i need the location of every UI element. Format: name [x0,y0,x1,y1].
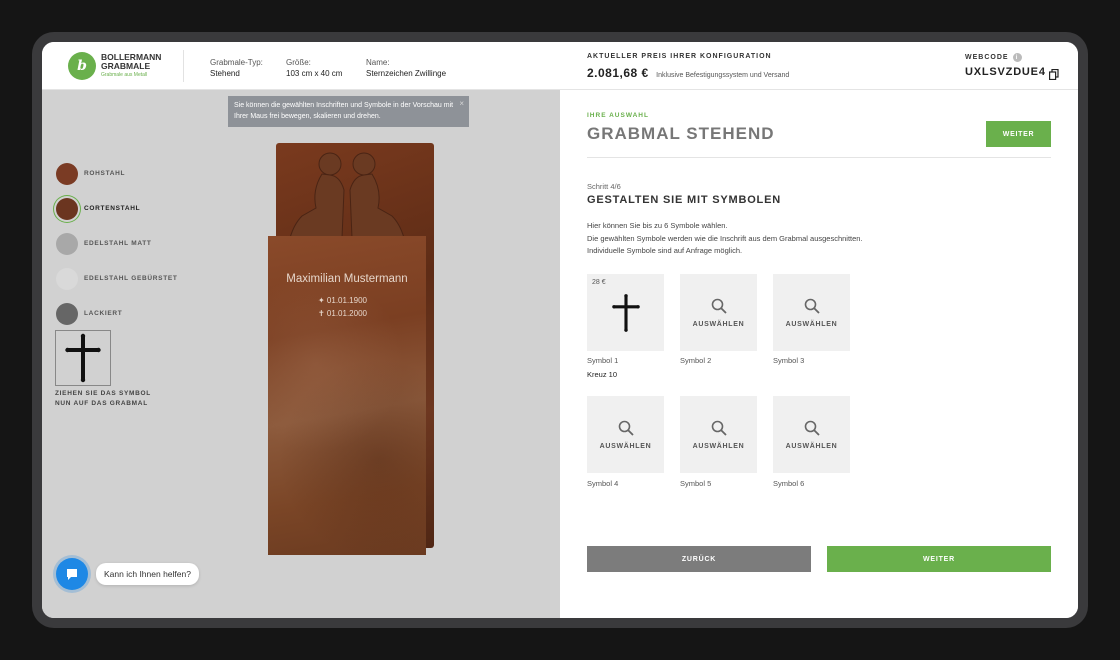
size-value: 103 cm x 40 cm [286,69,343,78]
symbol-slot-4[interactable]: AUSWÄHLEN [587,396,664,473]
material-label: EDELSTAHL MATT [84,240,152,247]
slot-caption: Symbol 5 [680,479,712,488]
search-icon [711,298,727,314]
back-button[interactable]: ZURÜCK [587,546,811,572]
slot-selected-name: Kreuz 10 [587,370,618,379]
material-swatch[interactable] [56,232,78,255]
symbol-slot-2[interactable]: AUSWÄHLEN [680,274,757,351]
desc-line: Hier können Sie bis zu 6 Symbole wählen. [587,221,728,230]
app-screen: b BOLLERMANN GRABMALE Grabmale aus Metal… [42,42,1078,618]
search-icon [711,420,727,436]
tooltip-text: Sie können die gewählten Inschriften und… [234,102,454,120]
header-divider [183,50,184,82]
material-list: ROHSTAHL CORTENSTAHL EDELSTAHL MATT EDEL… [56,156,178,331]
page-title: GRABMAL STEHEND [587,124,775,143]
material-label: EDELSTAHL GEBÜRSTET [84,275,178,282]
twins-figure-icon [289,152,405,239]
tooltip-close-button[interactable]: × [459,98,464,109]
drag-hint: ZIEHEN SIE DAS SYMBOL NUN AUF DAS GRABMA… [55,390,151,407]
symbol-slot-5[interactable]: AUSWÄHLEN [680,396,757,473]
material-label: ROHSTAHL [84,170,126,177]
webcode-label: WEBCODE [965,54,1009,61]
symbol-slot-1[interactable]: 28 € [587,274,664,351]
symbol-slot-6[interactable]: AUSWÄHLEN [773,396,850,473]
eyebrow: IHRE AUSWAHL [587,112,649,119]
divider [587,157,1051,158]
cross-icon [611,293,640,332]
next-button[interactable]: WEITER [827,546,1051,572]
type-info: Grabmale-Typ: Stehend [210,57,263,79]
name-label: Name: [366,58,390,67]
header: b BOLLERMANN GRABMALE Grabmale aus Metal… [42,42,1078,90]
search-icon [618,420,634,436]
cross-icon [65,333,101,383]
brand-line2: GRABMALE [101,60,151,71]
webcode-block: WEBCODE i UXLSVZDUE4 [965,53,1059,80]
name-info: Name: Sternzeichen Zwillinge [366,57,446,79]
engraving-death[interactable]: ✝ 01.01.2000 [318,309,367,318]
slot-caption: Symbol 2 [680,356,712,365]
price-block: AKTUELLER PREIS IHRER KONFIGURATION 2.08… [587,53,789,82]
logo-mark: b [68,52,96,80]
chat-icon [67,569,77,580]
info-icon[interactable]: i [1012,53,1022,62]
select-label: AUSWÄHLEN [785,320,838,328]
search-icon [804,420,820,436]
type-value: Stehend [210,69,240,78]
preview-tooltip: Sie können die gewählten Inschriften und… [228,96,469,127]
price-label: AKTUELLER PREIS IHRER KONFIGURATION [587,53,772,60]
copy-icon[interactable] [1048,67,1059,80]
chat-bubble[interactable]: Kann ich Ihnen helfen? [96,563,199,585]
next-button-top[interactable]: WEITER [986,121,1051,147]
material-option[interactable]: ROHSTAHL [56,156,178,191]
desc-line: Die gewählten Symbole werden wie die Ins… [587,233,863,243]
symbol-slot-3[interactable]: AUSWÄHLEN [773,274,850,351]
slot-caption: Symbol 6 [773,479,805,488]
material-label: LACKIERT [84,310,123,317]
price-note: Inklusive Befestigungssystem und Versand [656,72,790,79]
type-label: Grabmale-Typ: [210,58,263,67]
search-icon [804,298,820,314]
name-value: Sternzeichen Zwillinge [366,69,447,78]
step-title: GESTALTEN SIE MIT SYMBOLEN [587,194,781,206]
material-swatch[interactable] [56,197,78,220]
draggable-symbol[interactable] [55,330,111,386]
slot-caption: Symbol 4 [587,479,619,488]
preview-panel: Sie können die gewählten Inschriften und… [42,90,560,618]
material-option[interactable]: EDELSTAHL MATT [56,226,178,261]
step-indicator: Schritt 4/6 [587,182,621,191]
select-label: AUSWÄHLEN [692,442,745,450]
select-label: AUSWÄHLEN [785,442,838,450]
material-label: CORTENSTAHL [84,205,141,212]
select-label: AUSWÄHLEN [599,442,652,450]
slot-price: 28 € [592,279,606,286]
material-swatch[interactable] [56,267,78,290]
webcode-value: UXLSVZDUE4 [965,66,1046,78]
config-panel: IHRE AUSWAHL GRABMAL STEHEND WEITER Schr… [560,90,1078,618]
price-value: 2.081,68 € [587,66,649,80]
material-option[interactable]: EDELSTAHL GEBÜRSTET [56,261,178,296]
select-label: AUSWÄHLEN [692,320,745,328]
brand-tagline: Grabmale aus Metall [101,71,148,78]
desc-line: Individuelle Symbole sind auf Anfrage mö… [587,246,743,255]
slot-caption: Symbol 1 [587,356,619,365]
material-swatch[interactable] [56,302,78,325]
engraving-name[interactable]: Maximilian Mustermann [268,273,426,285]
brand-logo[interactable]: b BOLLERMANN GRABMALE Grabmale aus Metal… [68,52,161,80]
material-option-selected[interactable]: CORTENSTAHL [56,191,178,226]
size-info: Größe: 103 cm x 40 cm [286,57,342,79]
size-label: Größe: [286,58,311,67]
device-frame: b BOLLERMANN GRABMALE Grabmale aus Metal… [32,32,1088,628]
step-description: Hier können Sie bis zu 6 Symbole wählen.… [587,220,863,258]
material-swatch[interactable] [56,162,78,185]
engraving-birth[interactable]: ✦ 01.01.1900 [318,296,367,305]
chat-button[interactable] [56,558,88,590]
slot-caption: Symbol 3 [773,356,805,365]
material-option[interactable]: LACKIERT [56,296,178,331]
